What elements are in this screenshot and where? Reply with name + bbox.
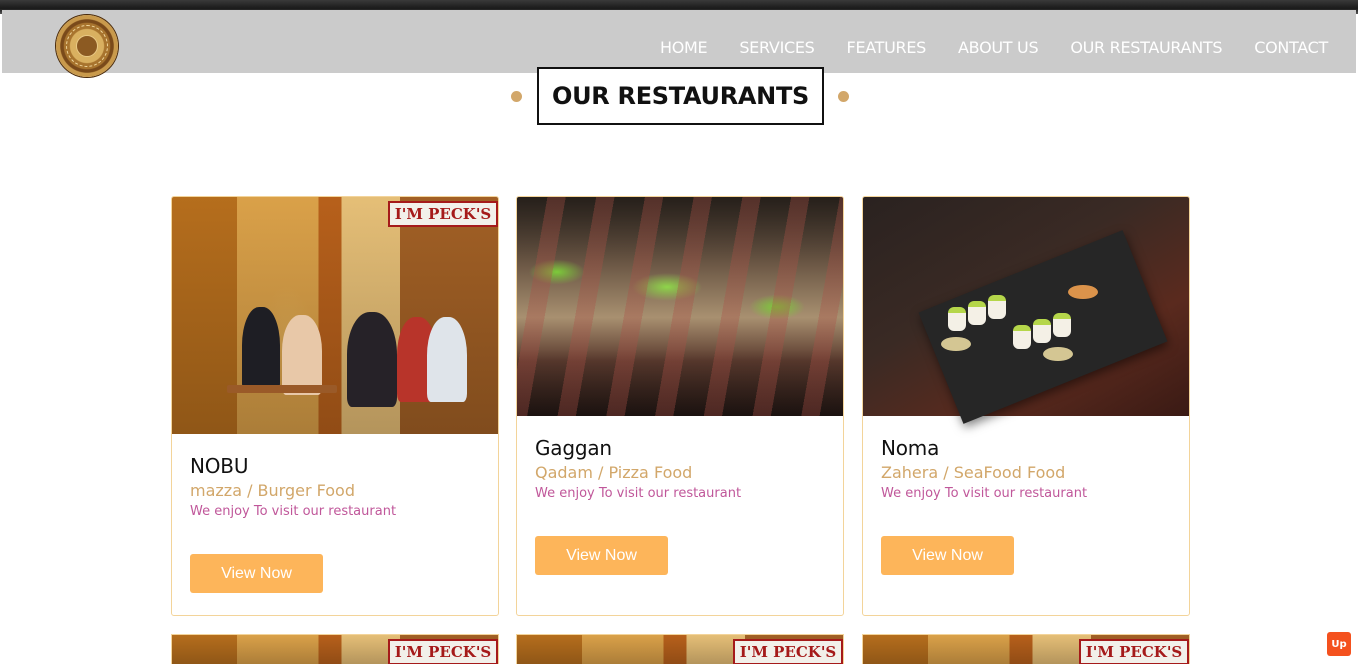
restaurant-description: We enjoy To visit our restaurant (535, 486, 742, 501)
restaurant-subtitle: mazza / Burger Food (190, 481, 355, 500)
restaurant-card-nobu: I'M PECK'S NOBU mazza / Burger Food We e… (171, 196, 499, 616)
person-figure (347, 312, 397, 407)
sauce-drizzle (941, 337, 971, 351)
scroll-up-button[interactable]: Up (1327, 632, 1351, 656)
view-now-button[interactable]: View Now (535, 536, 668, 575)
logo-emblem[interactable] (56, 15, 118, 77)
restaurant-subtitle: Qadam / Pizza Food (535, 463, 693, 482)
view-now-button[interactable]: View Now (190, 554, 323, 593)
restaurant-card-next-photo: I'M PECK'S (516, 634, 844, 664)
sushi-roll (1013, 325, 1031, 349)
shop-sign: I'M PECK'S (388, 201, 498, 227)
restaurant-card-noma: Noma Zahera / SeaFood Food We enjoy To v… (862, 196, 1190, 616)
restaurant-card-gaggan: Gaggan Qadam / Pizza Food We enjoy To vi… (516, 196, 844, 616)
section-title: OUR RESTAURANTS (537, 67, 824, 125)
nav-about-us[interactable]: ABOUT US (958, 38, 1039, 57)
nav-services[interactable]: SERVICES (739, 38, 815, 57)
restaurant-card-next-photo: I'M PECK'S (862, 634, 1190, 664)
logo-core (76, 35, 98, 57)
sauce-dish (1068, 285, 1098, 299)
person-figure (242, 307, 280, 392)
person-figure (282, 315, 322, 395)
nav-features[interactable]: FEATURES (847, 38, 927, 57)
shop-sign: I'M PECK'S (388, 639, 498, 664)
nav-our-restaurants[interactable]: OUR RESTAURANTS (1070, 38, 1222, 57)
restaurant-name: Gaggan (535, 436, 612, 460)
restaurant-description: We enjoy To visit our restaurant (881, 486, 1088, 501)
sushi-roll (1033, 319, 1051, 343)
shop-sign: I'M PECK'S (1079, 639, 1189, 664)
sushi-roll (988, 295, 1006, 319)
restaurant-card-next-photo: I'M PECK'S (171, 634, 499, 664)
nav-home[interactable]: HOME (660, 38, 708, 57)
restaurant-description: We enjoy To visit our restaurant (190, 504, 397, 519)
view-now-button[interactable]: View Now (881, 536, 1014, 575)
main-nav: HOME SERVICES FEATURES ABOUT US OUR REST… (628, 38, 1328, 57)
nav-contact[interactable]: CONTACT (1254, 38, 1328, 57)
sushi-roll (968, 301, 986, 325)
restaurant-name: Noma (881, 436, 940, 460)
sushi-roll (948, 307, 966, 331)
sushi-slate-photo (863, 197, 1189, 424)
photo-shade (517, 197, 843, 416)
shop-sign: I'M PECK'S (733, 639, 843, 664)
sauce-drizzle (1043, 347, 1073, 361)
sushi-roll (1053, 313, 1071, 337)
title-dot-left (511, 91, 522, 102)
title-dot-right (838, 91, 849, 102)
food-platter-photo (517, 197, 843, 416)
cafe-street-photo: I'M PECK'S (172, 197, 498, 434)
navbar: HOME SERVICES FEATURES ABOUT US OUR REST… (2, 10, 1356, 77)
restaurant-name: NOBU (190, 454, 249, 478)
person-figure (427, 317, 467, 402)
restaurant-subtitle: Zahera / SeaFood Food (881, 463, 1066, 482)
cafe-table (227, 385, 337, 393)
